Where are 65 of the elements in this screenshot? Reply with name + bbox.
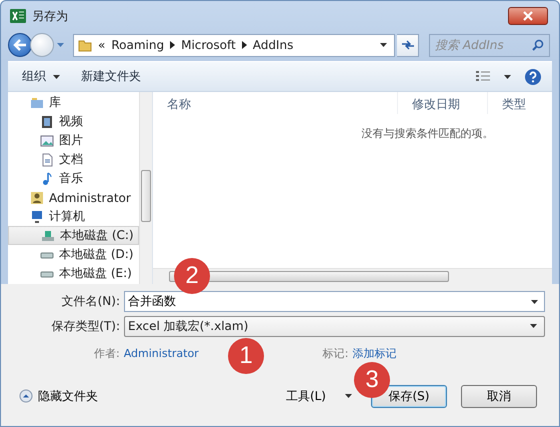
- cancel-button[interactable]: 取消: [461, 384, 537, 408]
- caret-icon: [344, 392, 353, 400]
- author-link[interactable]: Administrator: [124, 346, 199, 360]
- picture-icon: [40, 134, 54, 148]
- folder-icon: [78, 38, 92, 52]
- refresh-arrows-icon: [400, 39, 414, 51]
- video-icon: [40, 114, 54, 128]
- close-icon: [523, 11, 533, 21]
- horizontal-scrollbar[interactable]: [153, 268, 552, 284]
- collapse-up-icon: [19, 389, 33, 403]
- column-header[interactable]: 修改日期: [398, 92, 488, 114]
- breadcrumb-item[interactable]: AddIns: [252, 38, 294, 52]
- help-icon[interactable]: [524, 68, 542, 86]
- address-bar[interactable]: « Roaming Microsoft AddIns: [73, 34, 395, 56]
- navigation-item[interactable]: Administrator: [8, 188, 139, 207]
- file-type-dropdown[interactable]: Excel 加载宏(*.xlam): [124, 316, 545, 336]
- user-icon: [30, 190, 44, 204]
- window-title: 另存为: [32, 8, 68, 24]
- navigation-item[interactable]: 本地磁盘 (D:): [8, 245, 139, 264]
- add-tag-link[interactable]: 添加标记: [352, 346, 396, 360]
- breadcrumb-item[interactable]: Roaming: [111, 38, 164, 52]
- system-drive-icon: [41, 228, 55, 242]
- new-folder-button[interactable]: 新建文件夹: [77, 66, 145, 87]
- navigation-item[interactable]: 本地磁盘 (E:): [8, 264, 139, 283]
- navigation-item[interactable]: 文档: [8, 150, 139, 169]
- caret-icon[interactable]: [379, 41, 388, 49]
- chevron-right-icon: [242, 41, 247, 49]
- left-arrow-icon: [13, 39, 27, 51]
- caret-icon: [52, 72, 61, 80]
- search-field[interactable]: 搜索 AddIns: [429, 34, 550, 56]
- search-icon: [532, 38, 544, 50]
- filename-field[interactable]: 合并函数: [124, 290, 545, 312]
- empty-message: 没有与搜索条件匹配的项。: [362, 126, 494, 142]
- organize-menu[interactable]: 组织: [18, 66, 65, 87]
- refresh-button[interactable]: [397, 34, 419, 56]
- breadcrumb-item[interactable]: Microsoft: [181, 38, 236, 52]
- overflow-chevron[interactable]: «: [98, 38, 106, 52]
- dropdown-caret-icon[interactable]: [56, 41, 65, 49]
- music-icon: [40, 172, 54, 186]
- view-list-icon[interactable]: [475, 70, 491, 82]
- author-label: 作者:: [94, 346, 120, 360]
- vertical-scrollbar[interactable]: [139, 92, 152, 284]
- column-header[interactable]: 类型: [488, 92, 552, 114]
- field-label: 文件名(N):: [60, 292, 120, 310]
- navigation-item[interactable]: 视频: [8, 112, 139, 131]
- hide-folders-button[interactable]: 隐藏文件夹: [19, 388, 98, 404]
- field-label: 保存类型(T):: [50, 318, 120, 334]
- navigation-item[interactable]: 计算机: [8, 207, 139, 226]
- column-header[interactable]: 名称: [153, 92, 398, 114]
- navigation-item[interactable]: 音乐: [8, 169, 139, 188]
- tags-label: 标记:: [322, 346, 348, 360]
- close-button[interactable]: [508, 7, 548, 25]
- tools-menu[interactable]: 工具(L): [286, 388, 353, 404]
- caret-icon[interactable]: [503, 72, 512, 80]
- document-icon: [40, 152, 54, 166]
- chevron-right-icon: [170, 41, 176, 49]
- navigation-item[interactable]: 库: [8, 93, 139, 112]
- navigation-item[interactable]: 图片: [8, 131, 139, 150]
- navigation-item[interactable]: 本地磁盘 (C:): [8, 226, 139, 245]
- back-button[interactable]: [8, 33, 32, 57]
- caret-icon: [529, 322, 538, 330]
- spreadsheet-icon: [10, 8, 26, 24]
- computer-icon: [30, 210, 44, 224]
- caret-icon[interactable]: [530, 298, 539, 306]
- library-icon: [30, 96, 44, 110]
